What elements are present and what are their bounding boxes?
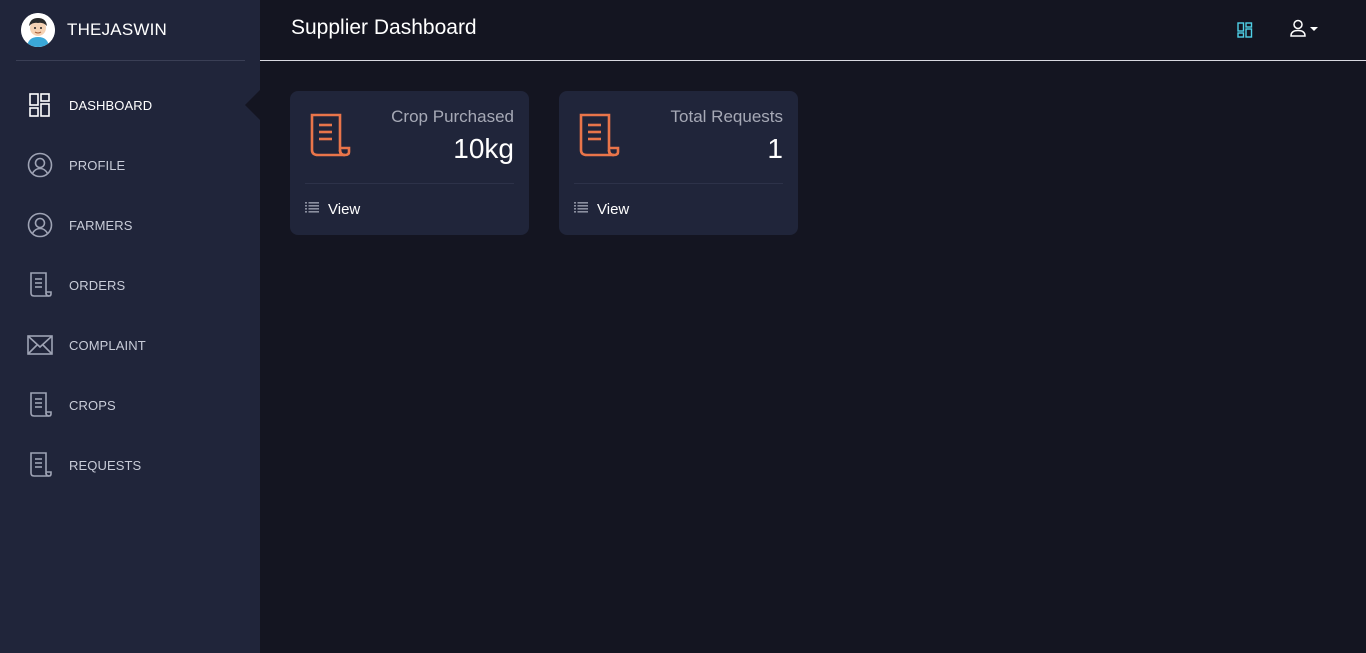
- sidebar-item-label: COMPLAINT: [69, 337, 146, 353]
- sidebar-item-label: REQUESTS: [69, 457, 142, 473]
- card-divider: [574, 183, 783, 184]
- user-icon: [1290, 19, 1306, 42]
- sidebar-item-profile[interactable]: PROFILE: [0, 135, 260, 195]
- user-circle-icon: [27, 212, 53, 238]
- card-value: 1: [767, 133, 783, 164]
- receipt-icon: [27, 452, 53, 478]
- sidebar-item-label: PROFILE: [69, 157, 126, 173]
- brand-name: THEJASWIN: [67, 20, 168, 39]
- stat-card-total-requests: Total Requests 1 View: [559, 91, 798, 235]
- card-label: Crop Purchased: [391, 107, 514, 126]
- sidebar-item-orders[interactable]: ORDERS: [0, 255, 260, 315]
- dashboard-toggle-icon[interactable]: [1237, 22, 1253, 38]
- brand[interactable]: THEJASWIN: [16, 0, 245, 61]
- card-value: 10kg: [453, 133, 514, 164]
- chevron-down-icon: [1310, 27, 1318, 31]
- sidebar-item-label: DASHBOARD: [69, 97, 153, 113]
- receipt-icon: [27, 272, 53, 298]
- user-menu-button[interactable]: [1290, 19, 1318, 42]
- sidebar: THEJASWIN DASHBOARD PROFILE FARMERS ORDE…: [0, 0, 260, 653]
- sidebar-item-label: ORDERS: [69, 277, 126, 293]
- sidebar-item-farmers[interactable]: FARMERS: [0, 195, 260, 255]
- view-link[interactable]: View: [574, 200, 629, 218]
- user-circle-icon: [27, 152, 53, 178]
- page-title: Supplier Dashboard: [291, 16, 477, 39]
- receipt-icon: [27, 392, 53, 418]
- view-link-label: View: [328, 200, 361, 218]
- sidebar-item-label: FARMERS: [69, 217, 133, 233]
- sidebar-item-dashboard[interactable]: DASHBOARD: [0, 75, 260, 135]
- view-link-label: View: [597, 200, 630, 218]
- list-icon: [305, 200, 319, 218]
- sidebar-nav: DASHBOARD PROFILE FARMERS ORDERS COMPLAI…: [0, 75, 260, 495]
- receipt-icon: [308, 113, 352, 159]
- receipt-icon: [577, 113, 621, 159]
- sidebar-item-crops[interactable]: CROPS: [0, 375, 260, 435]
- stat-card-crop-purchased: Crop Purchased 10kg View: [290, 91, 529, 235]
- sidebar-item-label: CROPS: [69, 397, 116, 413]
- view-link[interactable]: View: [305, 200, 360, 218]
- avatar: [21, 13, 55, 47]
- sidebar-item-complaint[interactable]: COMPLAINT: [0, 315, 260, 375]
- dashboard-icon: [27, 92, 53, 118]
- mail-icon: [27, 332, 53, 358]
- list-icon: [574, 200, 588, 218]
- top-header: Supplier Dashboard: [260, 0, 1366, 61]
- card-divider: [305, 183, 514, 184]
- card-label: Total Requests: [670, 107, 783, 126]
- sidebar-item-requests[interactable]: REQUESTS: [0, 435, 260, 495]
